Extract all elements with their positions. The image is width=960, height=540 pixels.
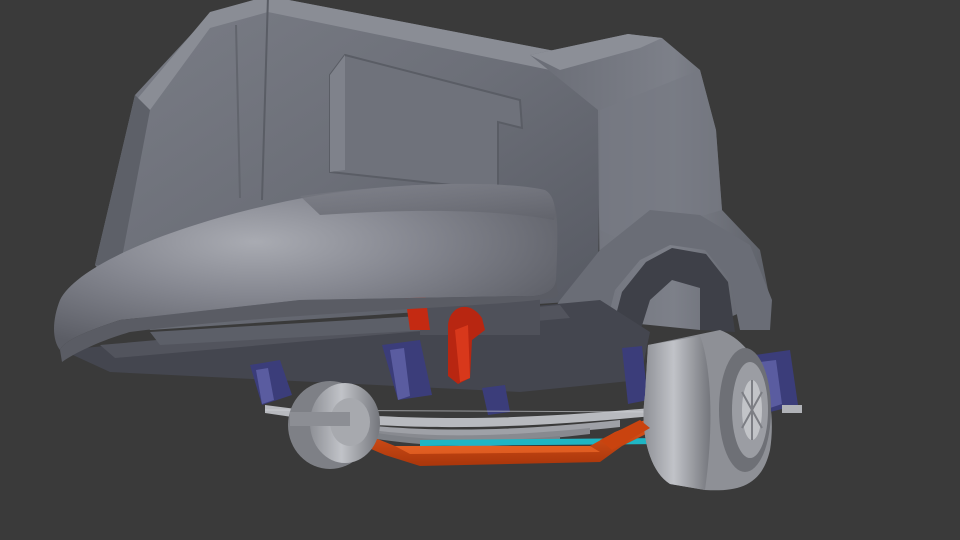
vehicle-render[interactable] bbox=[0, 0, 960, 540]
3d-viewport[interactable] bbox=[0, 0, 960, 540]
rear-wheel[interactable] bbox=[288, 381, 380, 469]
